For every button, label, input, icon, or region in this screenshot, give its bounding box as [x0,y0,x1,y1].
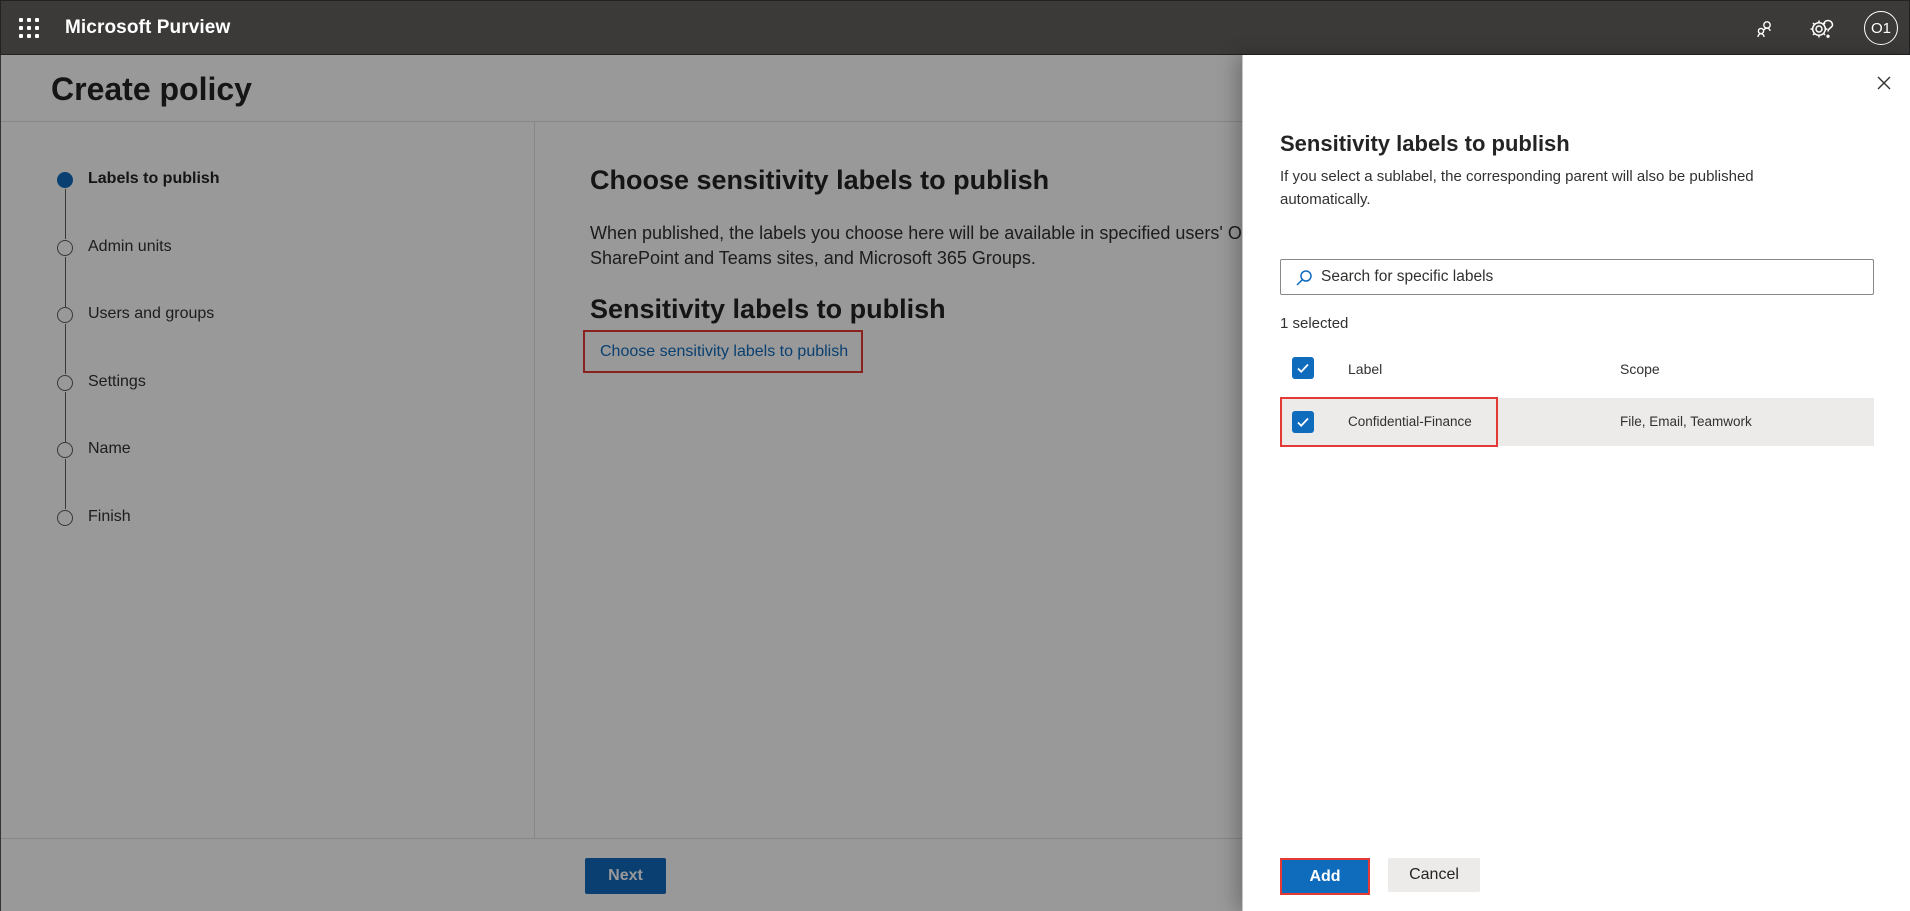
app-title[interactable]: Microsoft Purview [65,17,230,39]
modal-overlay[interactable] [0,55,1242,911]
labels-panel: Sensitivity labels to publish If you sel… [1242,55,1910,911]
app-launcher-icon[interactable] [19,18,39,38]
add-button[interactable]: Add [1280,858,1370,895]
search-placeholder: Search for specific labels [1321,268,1494,285]
panel-description: If you select a sublabel, the correspond… [1280,168,1754,208]
row-scope: File, Email, Teamwork [1620,414,1752,429]
avatar[interactable]: O1 [1864,11,1898,45]
selected-count: 1 selected [1280,315,1349,332]
table-header: Label Scope [1280,351,1874,387]
cancel-button[interactable]: Cancel [1388,858,1480,892]
community-icon[interactable] [1751,15,1779,43]
close-icon[interactable] [1872,71,1896,95]
highlight-box [1280,397,1498,447]
search-input[interactable]: Search for specific labels [1280,259,1874,295]
select-all-checkbox[interactable] [1292,357,1314,379]
column-header-scope[interactable]: Scope [1620,361,1660,377]
column-header-label[interactable]: Label [1348,361,1382,377]
search-icon [1294,268,1314,288]
help-icon[interactable] [1814,15,1842,43]
panel-title: Sensitivity labels to publish [1280,131,1570,156]
top-bar: Microsoft Purview O1 [0,0,1910,55]
